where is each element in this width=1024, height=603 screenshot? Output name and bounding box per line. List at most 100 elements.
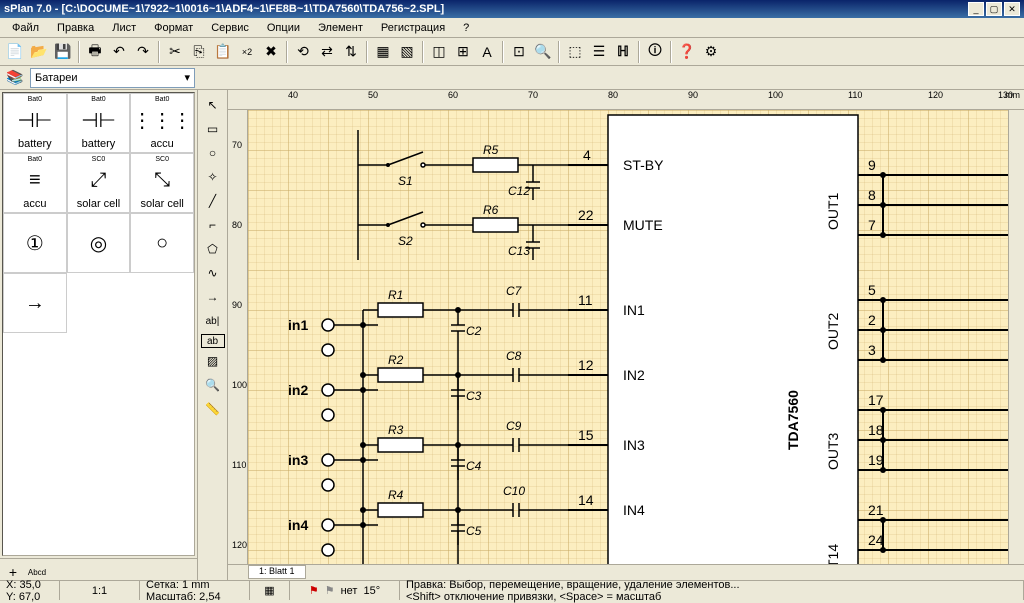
paste-icon[interactable]: 📋	[212, 41, 234, 63]
settings-icon[interactable]: ⚙	[700, 41, 722, 63]
flag-gray-icon[interactable]: ⚑	[325, 584, 335, 597]
menu-element[interactable]: Элемент	[310, 20, 371, 36]
bezier-tool-icon[interactable]: ∿	[201, 262, 225, 284]
library-icon[interactable]: 📚	[4, 67, 26, 89]
library-dropdown[interactable]: Батареи ▾	[30, 68, 195, 88]
svg-text:R3: R3	[388, 423, 404, 437]
label-tool-icon[interactable]: ab	[201, 334, 225, 348]
schematic-canvas[interactable]: TDA7560 OUT1 OUT2 OUT3 JT14 4ST-BY 22MUT…	[248, 110, 1008, 564]
svg-text:JT14: JT14	[825, 544, 841, 564]
mirror-v-icon[interactable]: ⇅	[340, 41, 362, 63]
list-icon[interactable]: ☰	[588, 41, 610, 63]
redo-icon[interactable]: ↷	[132, 41, 154, 63]
component-accu-2[interactable]: Bat0≡accu	[3, 153, 67, 213]
component-arrow[interactable]: →	[3, 273, 67, 333]
svg-text:C3: C3	[466, 389, 482, 403]
info-icon[interactable]: 🛈	[644, 41, 666, 63]
group-icon[interactable]: ◫	[428, 41, 450, 63]
component-accu-1[interactable]: Bat0⋮⋮⋮accu	[130, 93, 194, 153]
menu-file[interactable]: Файл	[4, 20, 47, 36]
svg-text:17: 17	[868, 392, 884, 408]
zoom-fit-icon[interactable]: ⊡	[508, 41, 530, 63]
menu-help[interactable]: ?	[455, 20, 477, 36]
main-area: Bat0⊣⊢battery Bat0⊣⊢battery Bat0⋮⋮⋮accu …	[0, 90, 1024, 580]
measure-tool-icon[interactable]: 📏	[201, 398, 225, 420]
open-file-icon[interactable]: 📂	[28, 41, 50, 63]
svg-text:24: 24	[868, 532, 884, 548]
help-icon[interactable]: ❓	[676, 41, 698, 63]
status-grid-icon[interactable]: ▦	[250, 581, 290, 600]
line-tool-icon[interactable]: ╱	[201, 190, 225, 212]
svg-text:9: 9	[868, 157, 876, 173]
tool-a-icon[interactable]: A	[476, 41, 498, 63]
flag-red-icon[interactable]: ⚑	[309, 584, 319, 597]
status-hint2: <Shift> отключение привязки, <Space> = м…	[406, 591, 1017, 603]
svg-text:R2: R2	[388, 353, 404, 367]
delete-icon[interactable]: ✖	[260, 41, 282, 63]
svg-text:R6: R6	[483, 203, 499, 217]
svg-text:14: 14	[578, 492, 594, 508]
close-button[interactable]: ✕	[1004, 2, 1020, 16]
svg-text:OUT2: OUT2	[825, 312, 841, 350]
svg-text:15: 15	[578, 427, 594, 443]
junction-tool-icon[interactable]: ✧	[201, 166, 225, 188]
sheet-tab[interactable]: 1: Blatt 1	[248, 565, 306, 579]
pointer-tool-icon[interactable]: ↖	[201, 94, 225, 116]
svg-text:C7: C7	[506, 284, 523, 298]
duplicate-icon[interactable]: ×2	[236, 41, 258, 63]
menu-service[interactable]: Сервис	[203, 20, 257, 36]
component-bat0-2[interactable]: Bat0⊣⊢battery	[67, 93, 131, 153]
menu-sheet[interactable]: Лист	[104, 20, 144, 36]
ruler-vertical: 70 80 90 100 110 120	[228, 110, 248, 564]
polygon-tool-icon[interactable]: ⬠	[201, 238, 225, 260]
print-icon[interactable]: 🖶	[84, 41, 106, 63]
undo-icon[interactable]: ↶	[108, 41, 130, 63]
send-back-icon[interactable]: ▧	[396, 41, 418, 63]
menu-format[interactable]: Формат	[146, 20, 201, 36]
component-solar-2[interactable]: SC0⤡solar cell	[130, 153, 194, 213]
arrow-tool-icon[interactable]: →	[201, 286, 225, 308]
svg-text:R5: R5	[483, 143, 499, 157]
minimize-button[interactable]: _	[968, 2, 984, 16]
menu-edit[interactable]: Правка	[49, 20, 102, 36]
new-file-icon[interactable]: 📄	[4, 41, 26, 63]
ruler-horizontal: 40 50 60 70 80 90 100 110 120 130 mm	[228, 90, 1024, 110]
svg-text:IN2: IN2	[623, 367, 645, 383]
component-solar-1[interactable]: SC0⤢solar cell	[67, 153, 131, 213]
maximize-button[interactable]: ▢	[986, 2, 1002, 16]
svg-text:TDA7560: TDA7560	[785, 390, 801, 450]
status-y: Y: 67,0	[6, 591, 53, 603]
save-file-icon[interactable]: 💾	[52, 41, 74, 63]
search-icon[interactable]: ℍ	[612, 41, 634, 63]
svg-text:IN4: IN4	[623, 502, 645, 518]
component-e1[interactable]: ①	[3, 213, 67, 273]
menu-registration[interactable]: Регистрация	[373, 20, 453, 36]
status-angle: 15°	[363, 585, 380, 597]
rotate-icon[interactable]: ⟲	[292, 41, 314, 63]
square-tool-icon[interactable]: ▭	[201, 118, 225, 140]
bring-front-icon[interactable]: ▦	[372, 41, 394, 63]
zoom-tool-icon[interactable]: 🔍	[201, 374, 225, 396]
component-j[interactable]: ◎	[67, 213, 131, 273]
scrollbar-vertical[interactable]	[1008, 110, 1024, 564]
svg-text:MUTE: MUTE	[623, 217, 663, 233]
select-all-icon[interactable]: ⬚	[564, 41, 586, 63]
mirror-h-icon[interactable]: ⇄	[316, 41, 338, 63]
zoom-in-icon[interactable]: 🔍	[532, 41, 554, 63]
status-grid: Сетка: 1 mm	[146, 579, 243, 591]
component-bat0-1[interactable]: Bat0⊣⊢battery	[3, 93, 67, 153]
svg-text:in1: in1	[288, 317, 308, 333]
menu-options[interactable]: Опции	[259, 20, 308, 36]
cut-icon[interactable]: ✂	[164, 41, 186, 63]
status-hint: Правка: Выбор, перемещение, вращение, уд…	[406, 579, 1017, 591]
image-tool-icon[interactable]: ▨	[201, 350, 225, 372]
svg-text:C12: C12	[508, 184, 530, 198]
polyline-tool-icon[interactable]: ⌐	[201, 214, 225, 236]
copy-icon[interactable]: ⎘	[188, 41, 210, 63]
circle-tool-icon[interactable]: ○	[201, 142, 225, 164]
window-title: sPlan 7.0 - [C:\DOCUME~1\7922~1\0016~1\A…	[4, 3, 966, 15]
text-tool-icon[interactable]: ab|	[201, 310, 225, 332]
canvas-wrap: 40 50 60 70 80 90 100 110 120 130 mm 70 …	[228, 90, 1024, 580]
component-circle[interactable]: ○	[130, 213, 194, 273]
ungroup-icon[interactable]: ⊞	[452, 41, 474, 63]
